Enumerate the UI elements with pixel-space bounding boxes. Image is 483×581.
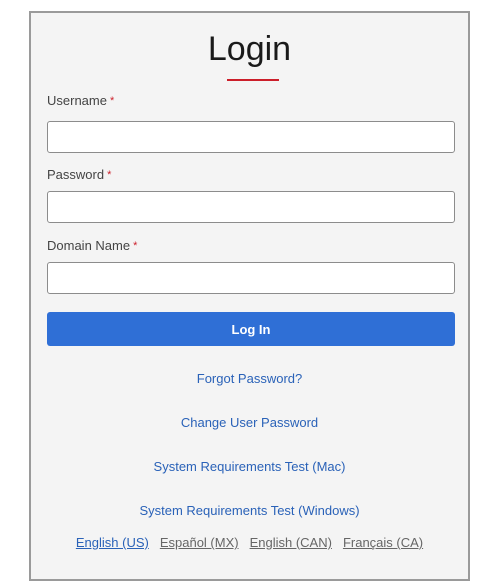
system-requirements-mac-link[interactable]: System Requirements Test (Mac) (31, 459, 468, 475)
language-francais-ca[interactable]: Français (CA) (343, 535, 423, 551)
system-requirements-windows-link[interactable]: System Requirements Test (Windows) (31, 503, 468, 519)
password-label: Password * (47, 167, 111, 183)
login-button[interactable]: Log In (47, 312, 455, 346)
username-input[interactable] (47, 121, 455, 153)
language-selector: English (US) Español (MX) English (CAN) … (31, 535, 468, 551)
username-label: Username * (47, 93, 114, 109)
language-english-can[interactable]: English (CAN) (250, 535, 332, 551)
change-user-password-link[interactable]: Change User Password (31, 415, 468, 431)
password-input[interactable] (47, 191, 455, 223)
domain-name-label: Domain Name * (47, 238, 137, 254)
domain-name-input[interactable] (47, 262, 455, 294)
username-label-text: Username (47, 93, 107, 108)
required-marker: * (133, 240, 138, 252)
domain-name-label-text: Domain Name (47, 238, 131, 253)
required-marker: * (107, 169, 112, 181)
title-underline (227, 79, 279, 81)
login-panel: Login Username * Password * Domain Name * L… (29, 11, 470, 581)
language-espanol-mx[interactable]: Español (MX) (160, 535, 239, 551)
required-marker: * (109, 95, 115, 107)
language-english-us[interactable]: English (US) (76, 535, 149, 551)
password-label-text: Password (47, 167, 105, 182)
page-title: Login (207, 30, 292, 68)
forgot-password-link[interactable]: Forgot Password? (31, 371, 468, 387)
